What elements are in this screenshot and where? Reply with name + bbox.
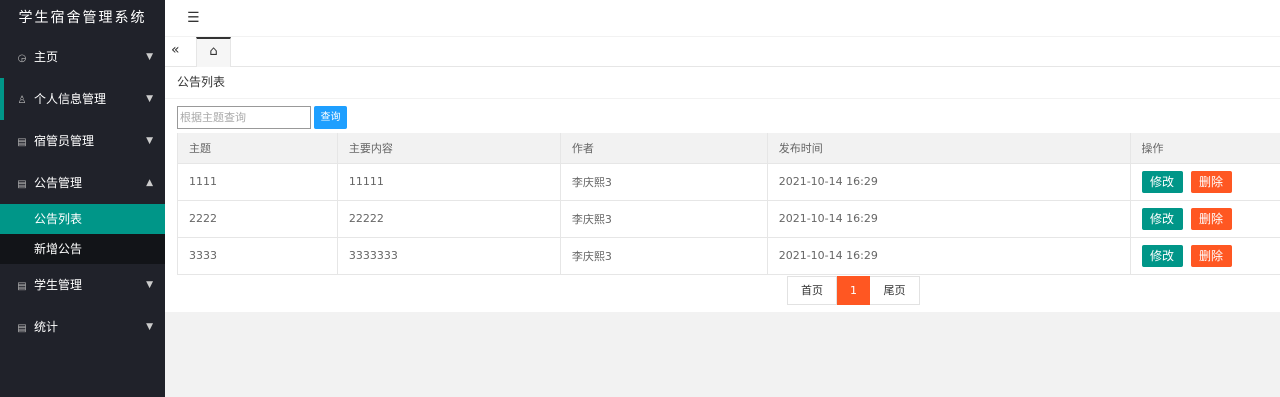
- sidebar-item-label: 统计: [34, 320, 59, 334]
- sidebar-item-label: 宿管员管理: [34, 134, 95, 148]
- sidebar-item-statistics[interactable]: ▤ 统计 ▼: [0, 306, 165, 348]
- cell-author: 李庆熙3: [560, 200, 768, 238]
- sidebar-item-home[interactable]: ◶ 主页 ▼: [0, 36, 165, 78]
- column-header-time: 发布时间: [767, 133, 1131, 164]
- file-icon: ▤: [17, 179, 27, 190]
- notices-submenu: 公告列表 新增公告: [0, 204, 165, 264]
- cell-subject: 1111: [177, 163, 338, 201]
- delete-button[interactable]: 删除: [1190, 170, 1232, 193]
- home-icon: ⌂: [209, 44, 218, 59]
- sidebar-item-profile[interactable]: ♙ 个人信息管理 ▼: [0, 78, 165, 120]
- sidebar-item-dorm-managers[interactable]: ▤ 宿管员管理 ▼: [0, 120, 165, 162]
- cell-subject: 3333: [177, 237, 338, 275]
- table-row: 3333 3333333 李庆熙3 2021-10-14 16:29 修改 删除: [177, 237, 1280, 275]
- edit-button[interactable]: 修改: [1141, 170, 1183, 193]
- menu-toggle-icon[interactable]: ☰: [187, 10, 200, 26]
- cell-actions: 修改 删除: [1130, 237, 1280, 275]
- tab-home[interactable]: ⌂: [196, 37, 231, 67]
- double-chevron-left-icon[interactable]: «: [171, 42, 180, 58]
- top-header: ☰: [165, 0, 1280, 36]
- chevron-down-icon: ▼: [146, 322, 153, 332]
- chevron-down-icon: ▼: [146, 136, 153, 146]
- cell-content: 22222: [337, 200, 561, 238]
- cell-time: 2021-10-14 16:29: [767, 200, 1131, 238]
- chevron-down-icon: ▼: [146, 94, 153, 104]
- last-page-button[interactable]: 尾页: [870, 276, 920, 305]
- cell-content: 3333333: [337, 237, 561, 275]
- column-header-content: 主要内容: [337, 133, 561, 164]
- table-row: 1111 11111 李庆熙3 2021-10-14 16:29 修改 删除: [177, 163, 1280, 201]
- sidebar-item-notices[interactable]: ▤ 公告管理 ▲: [0, 162, 165, 204]
- cell-time: 2021-10-14 16:29: [767, 163, 1131, 201]
- cell-actions: 修改 删除: [1130, 200, 1280, 238]
- edit-button[interactable]: 修改: [1141, 244, 1183, 267]
- sidebar-item-label: 公告管理: [34, 176, 83, 190]
- file-icon: ▤: [17, 323, 27, 334]
- app-title: 学生宿舍管理系统: [0, 0, 165, 36]
- chevron-up-icon: ▲: [146, 178, 153, 188]
- pagination: 首页 1 尾页: [787, 276, 920, 305]
- first-page-button[interactable]: 首页: [787, 276, 837, 305]
- current-page-button[interactable]: 1: [837, 276, 870, 305]
- page-title: 公告列表: [165, 67, 1280, 99]
- edit-button[interactable]: 修改: [1141, 207, 1183, 230]
- column-header-actions: 操作: [1130, 133, 1280, 164]
- sidebar: 学生宿舍管理系统 ◶ 主页 ▼ ♙ 个人信息管理 ▼ ▤ 宿管员管理 ▼ ▤ 公告管理 …: [0, 0, 165, 397]
- sidebar-item-students[interactable]: ▤ 学生管理 ▼: [0, 264, 165, 306]
- content-card: 公告列表 查询 主题 主要内容 作者 发布时间 操作 1111 11111 李庆…: [165, 67, 1280, 312]
- table-row: 2222 22222 李庆熙3 2021-10-14 16:29 修改 删除: [177, 200, 1280, 238]
- delete-button[interactable]: 删除: [1190, 244, 1232, 267]
- cell-actions: 修改 删除: [1130, 163, 1280, 201]
- notice-table: 主题 主要内容 作者 发布时间 操作 1111 11111 李庆熙3 2021-…: [177, 133, 1280, 275]
- sidebar-item-label: 主页: [34, 50, 59, 64]
- chevron-down-icon: ▼: [146, 280, 153, 290]
- cell-subject: 2222: [177, 200, 338, 238]
- search-input[interactable]: [177, 106, 311, 129]
- column-header-author: 作者: [560, 133, 768, 164]
- cell-author: 李庆熙3: [560, 163, 768, 201]
- delete-button[interactable]: 删除: [1190, 207, 1232, 230]
- sidebar-item-label: 个人信息管理: [34, 92, 107, 106]
- table-header-row: 主题 主要内容 作者 发布时间 操作: [177, 133, 1280, 164]
- column-header-subject: 主题: [177, 133, 338, 164]
- tab-bar: « ⌂: [165, 36, 1280, 67]
- cell-author: 李庆熙3: [560, 237, 768, 275]
- sidebar-subitem-notice-list[interactable]: 公告列表: [0, 204, 165, 234]
- cell-time: 2021-10-14 16:29: [767, 237, 1131, 275]
- chevron-down-icon: ▼: [146, 52, 153, 62]
- search-button[interactable]: 查询: [314, 106, 347, 129]
- file-icon: ▤: [17, 281, 27, 292]
- cell-content: 11111: [337, 163, 561, 201]
- file-icon: ▤: [17, 137, 27, 148]
- user-icon: ♙: [17, 95, 27, 106]
- dashboard-icon: ◶: [17, 53, 27, 64]
- sidebar-item-label: 学生管理: [34, 278, 83, 292]
- sidebar-subitem-add-notice[interactable]: 新增公告: [0, 234, 165, 264]
